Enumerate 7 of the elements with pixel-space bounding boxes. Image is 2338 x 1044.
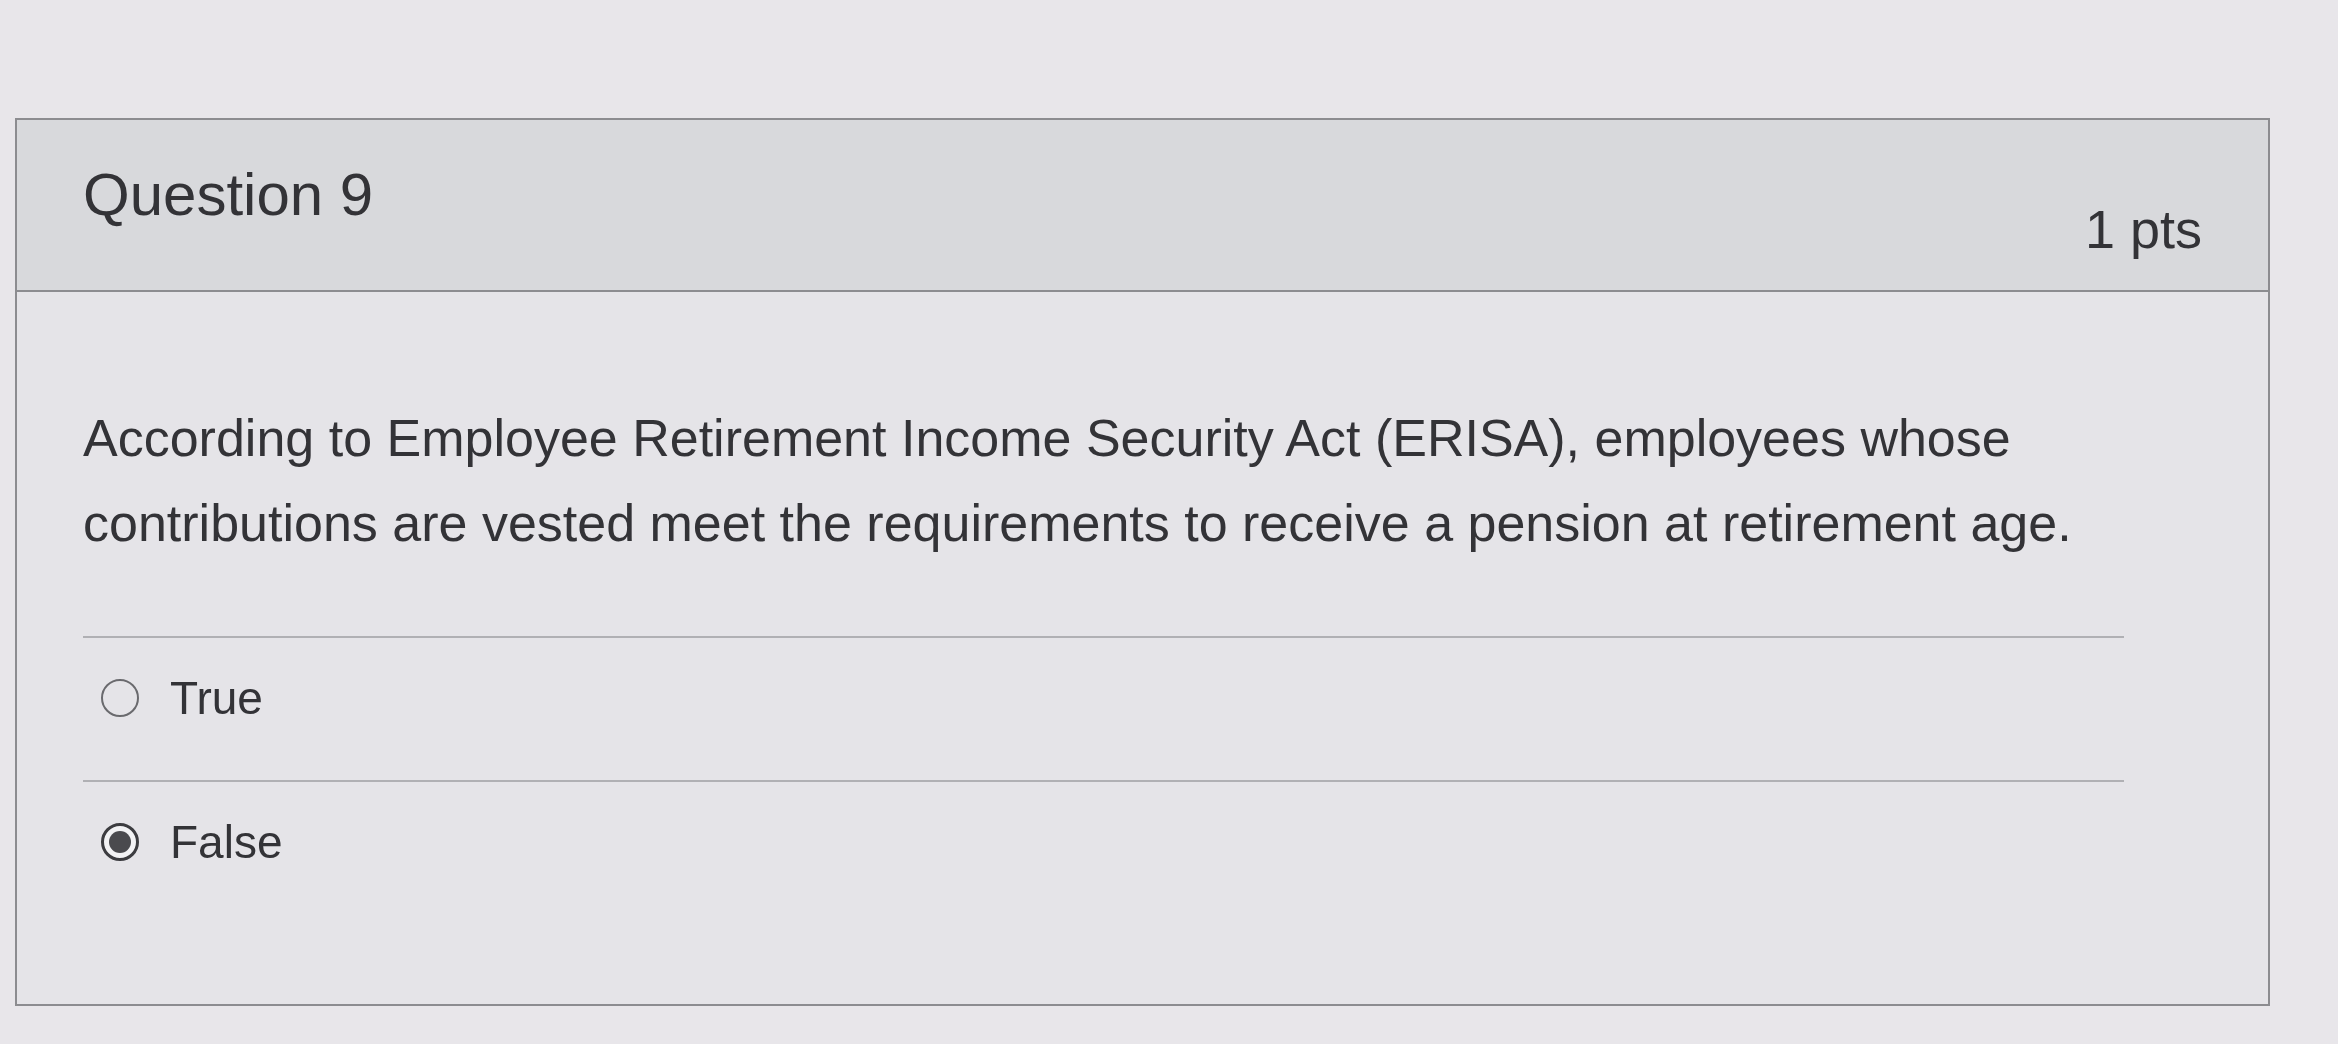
points-label: 1 pts xyxy=(2084,198,2202,261)
answer-label[interactable]: False xyxy=(170,817,283,867)
question-title: Question 9 xyxy=(83,160,374,230)
answer-label[interactable]: True xyxy=(170,673,263,723)
radio-button[interactable] xyxy=(101,823,139,861)
radio-button[interactable] xyxy=(101,679,139,717)
question-text: According to Employee Retirement Income Security Act (ERISA), employees whose contributions are vested meet the requirements to receive a pension at retirement age. xyxy=(83,408,2073,554)
